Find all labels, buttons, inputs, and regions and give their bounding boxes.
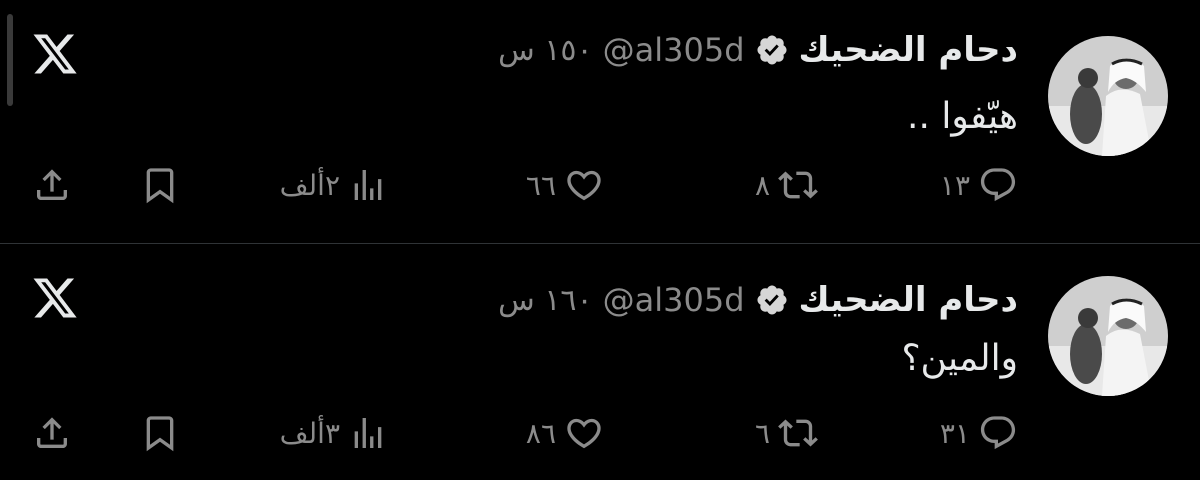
bookmark-button[interactable] [140,408,180,458]
retweet-count: ٦ [754,416,770,450]
tweet-card[interactable]: دحام الضحيك @al305d ١٦٠ س والمين؟ ٣١ ٦ ٨… [0,250,1200,480]
bookmark-icon [140,165,180,205]
verified-badge-icon [755,283,789,317]
retweet-button[interactable]: ٦ [755,408,818,458]
avatar[interactable] [1048,36,1168,156]
tweet-card[interactable]: دحام الضحيك @al305d ١٥٠ س هيّفوا .. ١٣ ٨ [0,0,1200,240]
display-name[interactable]: دحام الضحيك [799,30,1018,70]
tweet-header: دحام الضحيك @al305d ١٥٠ س [498,22,1018,78]
heart-icon [564,413,604,453]
x-logo-icon [30,30,80,78]
reply-count: ٣١ [939,416,970,450]
retweet-count: ٨ [754,168,770,202]
bookmark-button[interactable] [140,160,180,210]
views-button[interactable]: ٢ألف [280,160,388,210]
share-icon [32,413,72,453]
display-name[interactable]: دحام الضحيك [799,280,1018,320]
views-count: ٢ألف [279,168,340,202]
action-bar: ١٣ ٨ ٦٦ ٢ألف [0,160,1200,210]
reply-count: ١٣ [939,168,970,202]
bookmark-icon [140,413,180,453]
action-bar: ٣١ ٦ ٨٦ ٣ألف [0,408,1200,458]
like-button[interactable]: ٦٦ [526,160,604,210]
views-count: ٣ألف [279,416,340,450]
verified-badge-icon [755,33,789,67]
retweet-icon [778,413,818,453]
share-icon [32,165,72,205]
reply-icon [978,413,1018,453]
avatar[interactable] [1048,276,1168,396]
retweet-icon [778,165,818,205]
user-handle[interactable]: @al305d [603,281,745,319]
retweet-button[interactable]: ٨ [755,160,818,210]
tweet-header: دحام الضحيك @al305d ١٦٠ س [498,272,1018,328]
heart-icon [564,165,604,205]
user-handle[interactable]: @al305d [603,31,745,69]
x-logo-icon [30,274,80,322]
like-count: ٦٦ [525,168,556,202]
tweet-text: والمين؟ [901,338,1018,379]
views-icon [348,413,388,453]
reply-button[interactable]: ١٣ [940,160,1018,210]
like-count: ٨٦ [525,416,556,450]
timestamp[interactable]: ١٥٠ س [498,33,593,68]
share-button[interactable] [32,408,72,458]
views-icon [348,165,388,205]
views-button[interactable]: ٣ألف [280,408,388,458]
reply-icon [978,165,1018,205]
like-button[interactable]: ٨٦ [526,408,604,458]
tweet-text: هيّفوا .. [907,96,1018,137]
reply-button[interactable]: ٣١ [940,408,1018,458]
timestamp[interactable]: ١٦٠ س [498,283,593,318]
divider [0,243,1200,244]
share-button[interactable] [32,160,72,210]
